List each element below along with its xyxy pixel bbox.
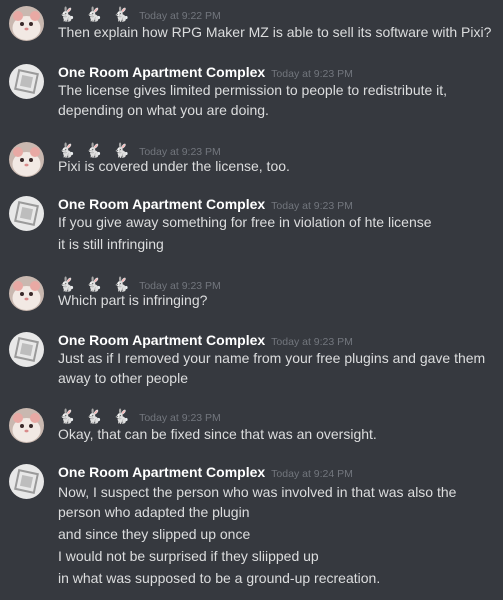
badge-avatar-icon[interactable] <box>9 332 44 367</box>
timestamp: Today at 9:23 PM <box>271 336 353 348</box>
author-name[interactable]: 🐇 🐇 🐇 <box>58 408 133 424</box>
message-text: Just as if I removed your name from your… <box>58 350 486 386</box>
message-text: Which part is infringing? <box>58 292 208 308</box>
message-text: I would not be surprised if they sliippe… <box>58 548 319 564</box>
author-name[interactable]: 🐇 🐇 🐇 <box>58 6 133 22</box>
timestamp: Today at 9:22 PM <box>139 10 221 22</box>
hamster-avatar-icon[interactable] <box>9 6 44 41</box>
timestamp: Today at 9:23 PM <box>271 68 353 80</box>
timestamp: Today at 9:23 PM <box>271 200 353 212</box>
badge-avatar-icon[interactable] <box>9 64 44 99</box>
timestamp: Today at 9:23 PM <box>139 412 221 424</box>
timestamp: Today at 9:24 PM <box>271 468 353 480</box>
author-name[interactable]: One Room Apartment Complex <box>58 464 265 480</box>
hamster-avatar-icon[interactable] <box>9 142 44 177</box>
message-text: Okay, that can be fixed since that was a… <box>58 426 377 442</box>
message-text: in what was supposed to be a ground-up r… <box>58 570 381 586</box>
message-text: Then explain how RPG Maker MZ is able to… <box>58 24 492 40</box>
message-text: it is still infringing <box>58 236 164 252</box>
badge-avatar-icon[interactable] <box>9 196 44 231</box>
hamster-avatar-icon[interactable] <box>9 408 44 443</box>
badge-avatar-icon[interactable] <box>9 464 44 499</box>
hamster-avatar-icon[interactable] <box>9 276 44 311</box>
message-text: and since they slipped up once <box>58 526 251 542</box>
author-name[interactable]: One Room Apartment Complex <box>58 196 265 212</box>
message-text: If you give away something for free in v… <box>58 214 432 230</box>
message-text: The license gives limited permission to … <box>58 82 448 118</box>
message-text: Now, I suspect the person who was involv… <box>58 484 457 520</box>
author-name[interactable]: One Room Apartment Complex <box>58 332 265 348</box>
author-name[interactable]: One Room Apartment Complex <box>58 64 265 80</box>
message-text: Pixi is covered under the license, too. <box>58 158 290 174</box>
